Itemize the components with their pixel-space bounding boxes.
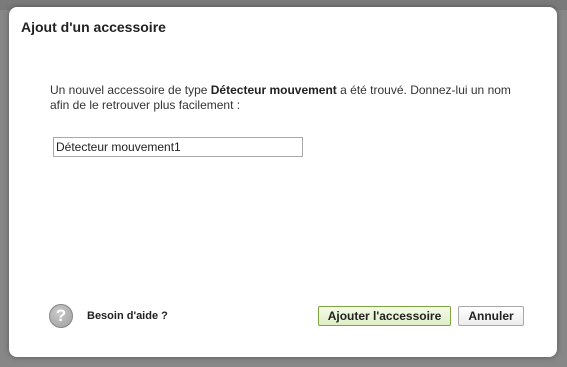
help-link[interactable]: ? Besoin d'aide ?: [49, 303, 168, 329]
help-question-icon[interactable]: ?: [49, 304, 73, 328]
help-label[interactable]: Besoin d'aide ?: [87, 310, 168, 322]
dialog-message: Un nouvel accessoire de type Détecteur m…: [50, 83, 530, 113]
add-accessory-button[interactable]: Ajouter l'accessoire: [318, 306, 451, 326]
dialog-title: Ajout d'un accessoire: [21, 19, 166, 35]
accessory-type: Détecteur mouvement: [210, 83, 337, 97]
cancel-button[interactable]: Annuler: [458, 306, 524, 326]
add-accessory-dialog: Ajout d'un accessoire Un nouvel accessoi…: [9, 7, 557, 357]
message-prefix: Un nouvel accessoire de type: [50, 83, 211, 97]
accessory-name-input[interactable]: [53, 137, 303, 157]
